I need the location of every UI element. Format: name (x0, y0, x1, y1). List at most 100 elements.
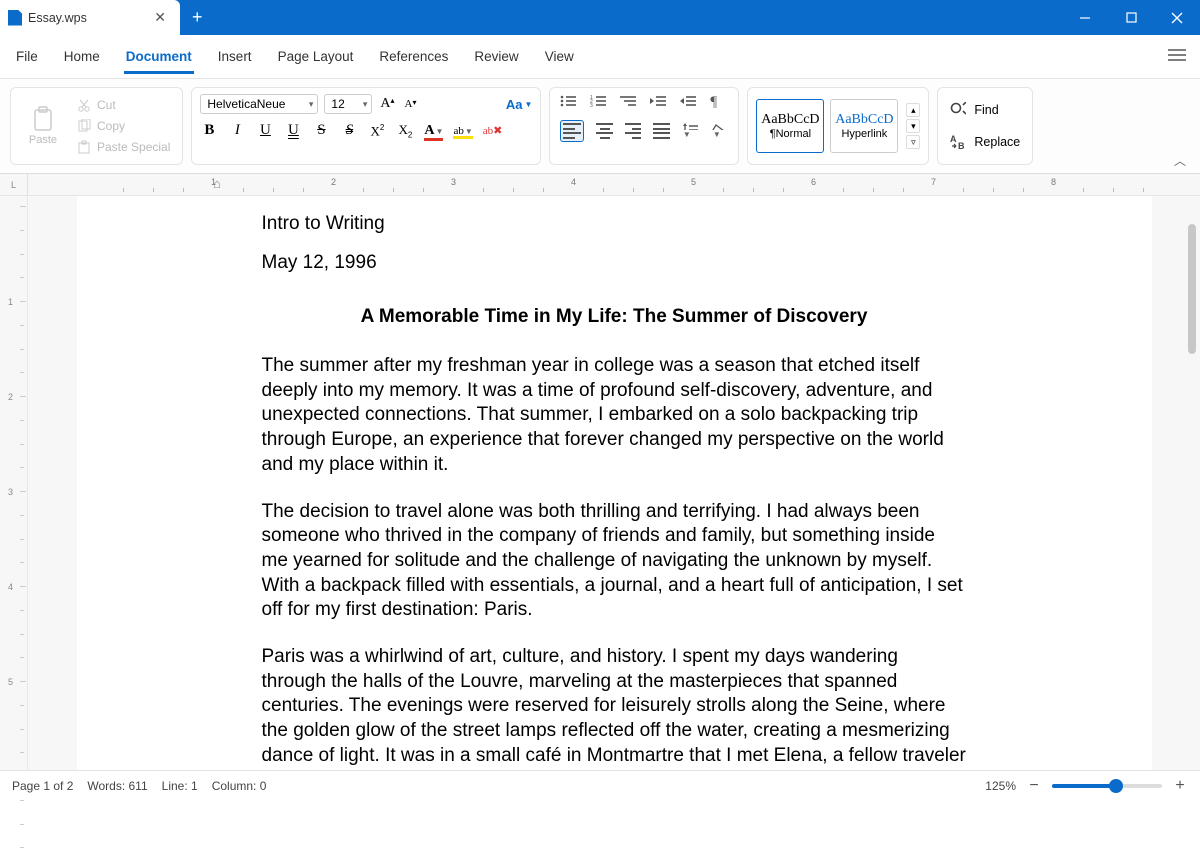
replace-icon: AB (950, 134, 966, 150)
style-hyperlink[interactable]: AaBbCcD Hyperlink (830, 99, 898, 153)
paste-label: Paste (29, 134, 57, 146)
strikethrough-button[interactable]: S (312, 122, 330, 139)
menu-home[interactable]: Home (62, 39, 102, 74)
paste-special-icon (77, 140, 91, 154)
document-icon (8, 10, 22, 26)
paste-icon (32, 106, 54, 132)
find-button[interactable]: Find (946, 100, 1024, 120)
vertical-scrollbar[interactable] (1186, 224, 1198, 750)
justify-button[interactable] (653, 123, 670, 139)
tab-title: Essay.wps (28, 11, 144, 25)
shrink-font-button[interactable]: A▾ (403, 98, 419, 110)
superscript-button[interactable]: X2 (368, 123, 386, 139)
paragraph-marks-button[interactable]: ¶ (710, 94, 728, 110)
clipboard-group: Paste Cut Copy Paste Special (10, 87, 183, 165)
align-center-button[interactable] (596, 123, 613, 139)
styles-more-button[interactable]: ▿ (906, 135, 920, 149)
align-right-button[interactable] (625, 123, 642, 139)
status-line: Line: 1 (162, 779, 198, 793)
status-words: Words: 611 (87, 779, 147, 793)
styles-down-button[interactable]: ▾ (906, 119, 920, 133)
shading-button[interactable]: ▼ (712, 123, 729, 139)
double-strikethrough-button[interactable]: S (340, 122, 358, 139)
menu-bar: File Home Document Insert Page Layout Re… (0, 35, 1200, 79)
ruler: L ⌂ 12345678 (0, 174, 1200, 196)
doc-title: A Memorable Time in My Life: The Summer … (262, 305, 967, 330)
align-left-button[interactable] (560, 120, 584, 142)
zoom-out-button[interactable]: − (1026, 777, 1042, 795)
close-tab-icon[interactable]: ✕ (150, 9, 170, 26)
status-bar: Page 1 of 2 Words: 611 Line: 1 Column: 0… (0, 770, 1200, 800)
svg-text:B: B (958, 141, 965, 150)
bullets-button[interactable] (560, 94, 578, 110)
maximize-button[interactable] (1108, 0, 1154, 35)
grow-font-button[interactable]: A▴ (378, 96, 396, 112)
menu-view[interactable]: View (543, 39, 576, 74)
font-color-button[interactable]: A▼ (424, 123, 443, 139)
new-tab-button[interactable]: + (180, 7, 215, 28)
subscript-button[interactable]: X2 (396, 122, 414, 140)
document-canvas: 123456 Intro to Writing May 12, 1996 A M… (0, 196, 1200, 770)
styles-up-button[interactable]: ▴ (906, 103, 920, 117)
doc-paragraph: The summer after my freshman year in col… (262, 354, 967, 477)
bold-button[interactable]: B (200, 122, 218, 139)
menu-insert[interactable]: Insert (216, 39, 254, 74)
scrollbar-thumb[interactable] (1188, 224, 1196, 354)
font-name-select[interactable]: HelveticaNeue▾ (200, 94, 318, 114)
line-spacing-button[interactable]: ▼ (682, 123, 700, 139)
copy-button[interactable]: Copy (73, 117, 174, 135)
document-tab[interactable]: Essay.wps ✕ (0, 0, 180, 35)
copy-icon (77, 119, 91, 133)
menu-file[interactable]: File (14, 39, 40, 74)
underline-button[interactable]: U (256, 122, 274, 139)
zoom-slider[interactable] (1052, 784, 1162, 788)
paste-button[interactable]: Paste (19, 94, 67, 158)
zoom-level: 125% (985, 779, 1016, 793)
status-page: Page 1 of 2 (12, 779, 73, 793)
increase-indent-button[interactable] (680, 94, 698, 110)
menu-page-layout[interactable]: Page Layout (276, 39, 356, 74)
hamburger-icon[interactable] (1168, 48, 1186, 65)
menu-review[interactable]: Review (472, 39, 520, 74)
page[interactable]: Intro to Writing May 12, 1996 A Memorabl… (77, 196, 1152, 770)
cut-button[interactable]: Cut (73, 96, 174, 114)
replace-button[interactable]: AB Replace (946, 132, 1024, 152)
page-scroll[interactable]: Intro to Writing May 12, 1996 A Memorabl… (28, 196, 1200, 770)
find-icon (950, 102, 966, 118)
decrease-indent-button[interactable] (650, 94, 668, 110)
doc-paragraph: Paris was a whirlwind of art, culture, a… (262, 645, 967, 770)
svg-text:A: A (950, 134, 957, 144)
vertical-ruler[interactable]: 123456 (0, 196, 28, 770)
minimize-button[interactable] (1062, 0, 1108, 35)
chevron-down-icon: ▼ (524, 100, 532, 109)
doc-paragraph: The decision to travel alone was both th… (262, 500, 967, 623)
doc-date: May 12, 1996 (262, 251, 967, 276)
collapse-ribbon-button[interactable]: ︿ (1174, 152, 1186, 169)
close-window-button[interactable] (1154, 0, 1200, 35)
doc-course: Intro to Writing (262, 212, 967, 237)
chevron-down-icon: ▾ (363, 99, 368, 110)
cut-icon (77, 98, 91, 112)
numbering-button[interactable]: 123 (590, 94, 608, 110)
highlight-button[interactable]: ab▼ (453, 125, 472, 137)
ruler-corner: L (0, 174, 28, 195)
title-bar: Essay.wps ✕ + (0, 0, 1200, 35)
styles-group: AaBbCcD ¶Normal AaBbCcD Hyperlink ▴ ▾ ▿ (747, 87, 929, 165)
italic-button[interactable]: I (228, 122, 246, 139)
character-style-button[interactable]: Aa▼ (506, 97, 533, 112)
multilevel-list-button[interactable] (620, 94, 638, 110)
editing-group: Find AB Replace (937, 87, 1033, 165)
chevron-down-icon: ▾ (309, 99, 314, 110)
double-underline-button[interactable]: U (284, 122, 302, 139)
menu-references[interactable]: References (377, 39, 450, 74)
font-size-select[interactable]: 12▾ (324, 94, 372, 114)
clear-format-button[interactable]: ab✖ (483, 124, 503, 137)
svg-text:3: 3 (590, 103, 593, 108)
paragraph-group: 123 ¶ ▼ ▼ (549, 87, 739, 165)
zoom-in-button[interactable]: + (1172, 777, 1188, 795)
horizontal-ruler[interactable]: ⌂ 12345678 (28, 174, 1200, 195)
zoom-knob[interactable] (1109, 779, 1123, 793)
style-normal[interactable]: AaBbCcD ¶Normal (756, 99, 824, 153)
menu-document[interactable]: Document (124, 39, 194, 74)
paste-special-button[interactable]: Paste Special (73, 138, 174, 156)
